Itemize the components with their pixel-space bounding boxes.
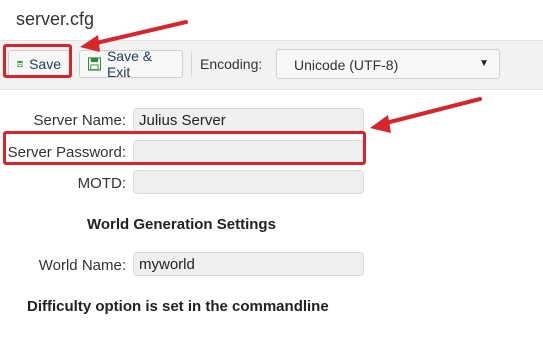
arrow-to-password-head — [370, 115, 391, 133]
arrow-to-password — [380, 97, 482, 126]
save-label: Save — [29, 56, 61, 72]
difficulty-note: Difficulty option is set in the commandl… — [27, 298, 329, 315]
encoding-label: Encoding: — [200, 56, 263, 72]
window-title: server.cfg — [16, 9, 95, 29]
window-titlebar: server.cfg — [0, 0, 543, 40]
save-button[interactable]: Save — [8, 50, 70, 78]
dropdown-arrow-icon: ▼ — [479, 58, 489, 69]
save-and-exit-button[interactable]: Save & Exit — [79, 48, 183, 80]
server-name-label: Server Name: — [33, 112, 126, 129]
save-and-exit-label: Save & Exit — [106, 48, 153, 80]
world-generation-heading: World Generation Settings — [87, 216, 276, 233]
server-password-label: Server Password: — [7, 144, 126, 161]
floppy-save-icon — [17, 60, 24, 68]
toolbar-separator — [191, 51, 192, 77]
server-name-field[interactable]: Julius Server — [133, 108, 364, 132]
world-name-field[interactable]: myworld — [133, 252, 364, 276]
floppy-save-exit-icon — [88, 57, 101, 71]
motd-field[interactable] — [133, 170, 364, 194]
world-name-label: World Name: — [38, 257, 126, 274]
motd-label: MOTD: — [77, 175, 126, 192]
server-password-field[interactable] — [133, 140, 364, 164]
encoding-select[interactable]: Unicode (UTF-8) ▼ — [276, 49, 500, 79]
encoding-value: Unicode (UTF-8) — [294, 57, 399, 73]
toolbar: Save Save & Exit Encoding: Unicode (UTF-… — [0, 40, 543, 90]
